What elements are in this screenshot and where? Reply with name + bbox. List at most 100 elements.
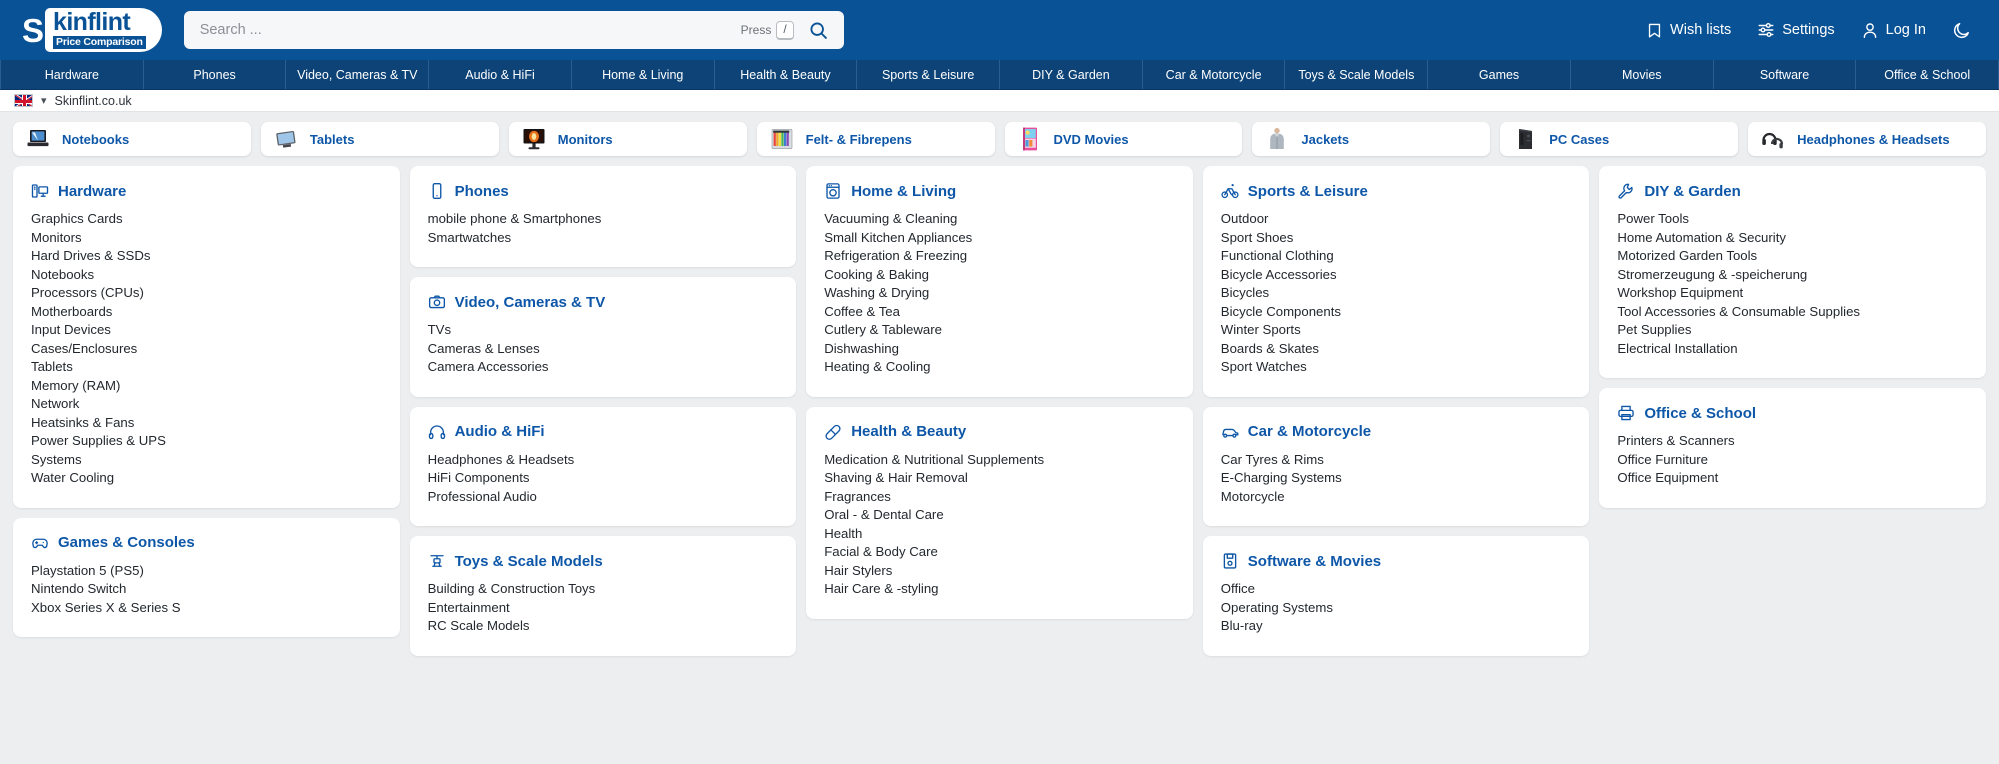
quick-link-felt-fibrepens[interactable]: Felt- & Fibrepens [756, 122, 995, 156]
card-header[interactable]: Car & Motorcycle [1221, 423, 1572, 441]
list-item[interactable]: Oral - & Dental Care [824, 506, 1175, 525]
list-item[interactable]: Office [1221, 580, 1572, 599]
list-item[interactable]: Monitors [31, 229, 382, 248]
quick-link-tablets[interactable]: Tablets [260, 122, 499, 156]
list-item[interactable]: Fragrances [824, 488, 1175, 507]
log-in-button[interactable]: Log In [1861, 21, 1926, 40]
list-item[interactable]: Graphics Cards [31, 210, 382, 229]
list-item[interactable]: Input Devices [31, 321, 382, 340]
list-item[interactable]: Professional Audio [428, 488, 779, 507]
list-item[interactable]: Cases/Enclosures [31, 340, 382, 359]
list-item[interactable]: Refrigeration & Freezing [824, 247, 1175, 266]
list-item[interactable]: Notebooks [31, 266, 382, 285]
list-item[interactable]: Memory (RAM) [31, 377, 382, 396]
list-item[interactable]: RC Scale Models [428, 617, 779, 636]
card-header[interactable]: Sports & Leisure [1221, 182, 1572, 200]
card-header[interactable]: Health & Beauty [824, 423, 1175, 441]
search-input[interactable] [199, 22, 731, 38]
list-item[interactable]: Hair Stylers [824, 562, 1175, 581]
list-item[interactable]: Motorized Garden Tools [1617, 247, 1968, 266]
list-item[interactable]: Dishwashing [824, 340, 1175, 359]
list-item[interactable]: Car Tyres & Rims [1221, 451, 1572, 470]
list-item[interactable]: Health [824, 525, 1175, 544]
list-item[interactable]: Bicycles [1221, 284, 1572, 303]
list-item[interactable]: Water Cooling [31, 469, 382, 488]
list-item[interactable]: Coffee & Tea [824, 303, 1175, 322]
list-item[interactable]: Small Kitchen Appliances [824, 229, 1175, 248]
list-item[interactable]: Vacuuming & Cleaning [824, 210, 1175, 229]
nav-item-video[interactable]: Video, Cameras & TV [286, 60, 430, 89]
site-logo[interactable]: S kinflint Price Comparison [22, 8, 162, 52]
search-bar[interactable]: Press / [183, 11, 844, 49]
list-item[interactable]: Processors (CPUs) [31, 284, 382, 303]
wish-lists-button[interactable]: Wish lists [1646, 21, 1731, 40]
nav-item-games[interactable]: Games [1428, 60, 1571, 89]
settings-button[interactable]: Settings [1757, 21, 1835, 39]
list-item[interactable]: Electrical Installation [1617, 340, 1968, 359]
list-item[interactable]: Smartwatches [428, 229, 779, 248]
nav-item-office[interactable]: Office & School [1856, 60, 1999, 89]
quick-link-headphones-headsets[interactable]: Headphones & Headsets [1748, 122, 1986, 156]
search-icon[interactable] [804, 15, 834, 45]
list-item[interactable]: Home Automation & Security [1617, 229, 1968, 248]
nav-item-audio[interactable]: Audio & HiFi [429, 60, 572, 89]
list-item[interactable]: Cutlery & Tableware [824, 321, 1175, 340]
nav-item-diy[interactable]: DIY & Garden [1000, 60, 1143, 89]
nav-item-toys[interactable]: Toys & Scale Models [1285, 60, 1429, 89]
list-item[interactable]: Cooking & Baking [824, 266, 1175, 285]
nav-item-home[interactable]: Home & Living [572, 60, 715, 89]
uk-flag-icon[interactable] [14, 94, 33, 107]
quick-link-notebooks[interactable]: Notebooks [13, 122, 251, 156]
list-item[interactable]: Printers & Scanners [1617, 432, 1968, 451]
list-item[interactable]: TVs [428, 321, 779, 340]
list-item[interactable]: Sport Watches [1221, 358, 1572, 377]
list-item[interactable]: Medication & Nutritional Supplements [824, 451, 1175, 470]
card-header[interactable]: Hardware [31, 182, 382, 200]
list-item[interactable]: Office Furniture [1617, 451, 1968, 470]
list-item[interactable]: Power Tools [1617, 210, 1968, 229]
list-item[interactable]: Heating & Cooling [824, 358, 1175, 377]
list-item[interactable]: Stromerzeugung & -speicherung [1617, 266, 1968, 285]
list-item[interactable]: Facial & Body Care [824, 543, 1175, 562]
list-item[interactable]: Camera Accessories [428, 358, 779, 377]
nav-item-phones[interactable]: Phones [144, 60, 287, 89]
list-item[interactable]: Pet Supplies [1617, 321, 1968, 340]
nav-item-health[interactable]: Health & Beauty [715, 60, 858, 89]
locale-site-label[interactable]: Skinflint.co.uk [55, 94, 132, 108]
card-header[interactable]: Games & Consoles [31, 534, 382, 552]
nav-item-sports[interactable]: Sports & Leisure [857, 60, 1001, 89]
list-item[interactable]: Headphones & Headsets [428, 451, 779, 470]
list-item[interactable]: Workshop Equipment [1617, 284, 1968, 303]
list-item[interactable]: Entertainment [428, 599, 779, 618]
list-item[interactable]: Network [31, 395, 382, 414]
list-item[interactable]: Playstation 5 (PS5) [31, 562, 382, 581]
list-item[interactable]: Power Supplies & UPS [31, 432, 382, 451]
list-item[interactable]: Bicycle Accessories [1221, 266, 1572, 285]
quick-link-jackets[interactable]: Jackets [1252, 122, 1491, 156]
dark-mode-toggle[interactable] [1952, 21, 1971, 40]
list-item[interactable]: Motherboards [31, 303, 382, 322]
chevron-down-icon[interactable]: ▾ [41, 94, 47, 107]
list-item[interactable]: Outdoor [1221, 210, 1572, 229]
card-header[interactable]: Home & Living [824, 182, 1175, 200]
list-item[interactable]: Winter Sports [1221, 321, 1572, 340]
card-header[interactable]: Toys & Scale Models [428, 552, 779, 570]
list-item[interactable]: Systems [31, 451, 382, 470]
card-header[interactable]: Audio & HiFi [428, 423, 779, 441]
list-item[interactable]: Tool Accessories & Consumable Supplies [1617, 303, 1968, 322]
card-header[interactable]: DIY & Garden [1617, 182, 1968, 200]
list-item[interactable]: Functional Clothing [1221, 247, 1572, 266]
list-item[interactable]: Heatsinks & Fans [31, 414, 382, 433]
quick-link-pc-cases[interactable]: PC Cases [1500, 122, 1739, 156]
list-item[interactable]: Washing & Drying [824, 284, 1175, 303]
nav-item-car[interactable]: Car & Motorcycle [1143, 60, 1286, 89]
card-header[interactable]: Office & School [1617, 404, 1968, 422]
card-header[interactable]: Software & Movies [1221, 552, 1572, 570]
list-item[interactable]: Bicycle Components [1221, 303, 1572, 322]
list-item[interactable]: Cameras & Lenses [428, 340, 779, 359]
list-item[interactable]: Operating Systems [1221, 599, 1572, 618]
list-item[interactable]: Sport Shoes [1221, 229, 1572, 248]
list-item[interactable]: mobile phone & Smartphones [428, 210, 779, 229]
list-item[interactable]: Xbox Series X & Series S [31, 599, 382, 618]
list-item[interactable]: Office Equipment [1617, 469, 1968, 488]
